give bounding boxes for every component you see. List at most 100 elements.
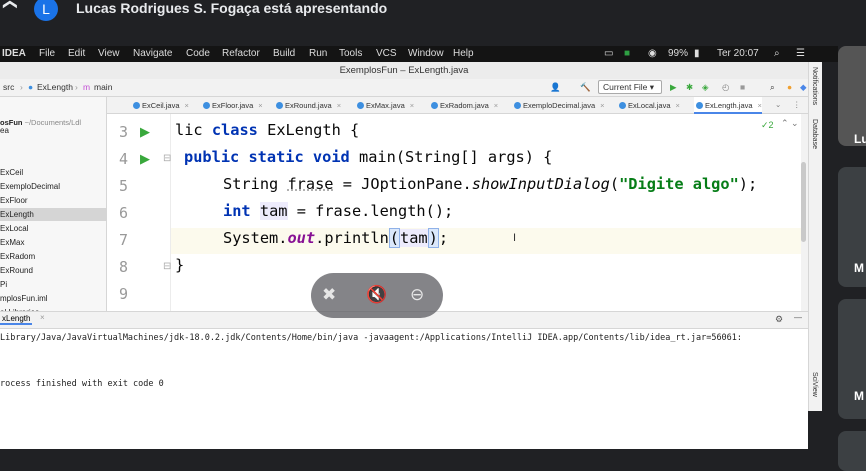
- ide-toolbar: src › ● ExLength › m main 👤 🔨 Current Fi…: [0, 79, 808, 97]
- list-item[interactable]: ExemploDecimal: [0, 180, 107, 193]
- battery-icon[interactable]: ▮: [694, 48, 700, 59]
- menu-navigate[interactable]: Navigate: [133, 48, 172, 59]
- user-icon[interactable]: 👤: [550, 82, 561, 93]
- run-gutter-icon[interactable]: ▶: [140, 151, 150, 167]
- participant-tiles: Lu M M: [838, 34, 866, 471]
- tab-exmax[interactable]: ExMax.java ×: [355, 97, 414, 114]
- debug-icon[interactable]: ✱: [686, 82, 693, 93]
- presenter-avatar: L: [34, 0, 58, 21]
- hide-panel-icon[interactable]: —: [794, 313, 802, 322]
- tab-exceil[interactable]: ExCeil.java ×: [131, 97, 189, 114]
- close-icon[interactable]: ×: [600, 101, 604, 110]
- tab-exlength[interactable]: ExLength.java ×: [694, 97, 762, 114]
- sciview-tab[interactable]: SciView: [811, 372, 818, 397]
- menu-build[interactable]: Build: [273, 48, 295, 59]
- close-icon[interactable]: ×: [185, 101, 189, 110]
- notifications-tab[interactable]: Notifications: [811, 67, 818, 105]
- menu-help[interactable]: Help: [453, 48, 474, 59]
- list-item[interactable]: mplosFun.iml: [0, 292, 107, 305]
- mute-icon[interactable]: 🔇: [366, 285, 387, 305]
- close-icon[interactable]: ×: [410, 101, 414, 110]
- battery-level[interactable]: 99%: [668, 48, 688, 59]
- participant-tile[interactable]: [838, 431, 866, 471]
- list-item-selected[interactable]: ExLength: [0, 208, 107, 221]
- run-config-select[interactable]: Current File ▾: [598, 80, 662, 94]
- app-menu[interactable]: IDEA: [2, 48, 26, 59]
- tab-exround[interactable]: ExRound.java ×: [274, 97, 341, 114]
- profile-icon[interactable]: ◴: [722, 82, 729, 93]
- close-icon[interactable]: ×: [337, 101, 341, 110]
- settings-gear-icon[interactable]: ⚙: [775, 314, 783, 325]
- run-icon[interactable]: ▶: [670, 82, 677, 93]
- unpin-icon[interactable]: ✖: [322, 285, 336, 305]
- nav-arrows-icon[interactable]: ⌃ ⌄: [781, 118, 799, 129]
- menu-vcs[interactable]: VCS: [376, 48, 397, 59]
- class-icon: [276, 102, 283, 109]
- flag-icon[interactable]: ■: [624, 48, 630, 59]
- breadcrumb-method[interactable]: main: [94, 82, 112, 92]
- breadcrumb-separator-icon: ›: [20, 82, 23, 92]
- close-icon[interactable]: ×: [258, 101, 262, 110]
- list-item[interactable]: ExMax: [0, 236, 107, 249]
- line-number: 8: [119, 258, 129, 276]
- inspection-check-icon[interactable]: ✓2: [761, 120, 774, 131]
- more-icon[interactable]: ⋮: [793, 100, 801, 109]
- menu-code[interactable]: Code: [186, 48, 210, 59]
- console-tab[interactable]: xLength: [0, 314, 33, 325]
- menu-run[interactable]: Run: [309, 48, 327, 59]
- collapse-chevron-icon[interactable]: ❯: [0, 0, 17, 10]
- participant-tile[interactable]: Lu: [838, 46, 866, 146]
- tab-exradom[interactable]: ExRadom.java ×: [429, 97, 498, 114]
- participant-tile[interactable]: M: [838, 167, 866, 287]
- search-everywhere-icon[interactable]: ⌕: [770, 82, 775, 93]
- close-icon[interactable]: ×: [40, 313, 45, 322]
- menu-refactor[interactable]: Refactor: [222, 48, 260, 59]
- participant-tile[interactable]: M: [838, 299, 866, 419]
- build-hammer-icon[interactable]: 🔨: [580, 82, 591, 93]
- wifi-icon[interactable]: ◉: [648, 48, 657, 59]
- tab-exemplodecimal[interactable]: ExemploDecimal.java ×: [512, 97, 605, 114]
- participant-name: M: [854, 261, 864, 275]
- list-item[interactable]: ExRadom: [0, 250, 107, 263]
- code-line-6: int tam = frase.length();: [223, 202, 454, 220]
- tabs-overflow-icon[interactable]: ⌄: [775, 100, 781, 109]
- close-icon[interactable]: ×: [758, 101, 762, 110]
- editor-scrollbar[interactable]: [801, 162, 806, 242]
- code-line-7: System.out.println(tam);: [223, 228, 449, 248]
- list-item[interactable]: ea: [0, 124, 107, 137]
- plugins-icon[interactable]: ◆: [800, 82, 807, 93]
- coverage-icon[interactable]: ◈: [702, 82, 709, 93]
- list-item[interactable]: Pi: [0, 278, 107, 291]
- breadcrumb-class[interactable]: ExLength: [37, 82, 73, 92]
- run-gutter-icon[interactable]: ▶: [140, 124, 150, 140]
- list-item[interactable]: ExFloor: [0, 194, 107, 207]
- menu-window[interactable]: Window: [408, 48, 444, 59]
- database-tab[interactable]: Database: [811, 119, 818, 149]
- close-icon[interactable]: ×: [494, 101, 498, 110]
- right-tool-strip: Notifications Database SciView: [808, 62, 822, 411]
- breadcrumb-src[interactable]: src: [3, 82, 14, 92]
- tab-exfloor[interactable]: ExFloor.java ×: [201, 97, 263, 114]
- screen-icon[interactable]: ▭: [604, 48, 613, 59]
- close-icon[interactable]: ×: [676, 101, 680, 110]
- menu-edit[interactable]: Edit: [68, 48, 85, 59]
- menu-file[interactable]: File: [39, 48, 55, 59]
- ide-window: ExemplosFun – ExLength.java src › ● ExLe…: [0, 62, 822, 449]
- remove-icon[interactable]: ⊖: [410, 285, 424, 305]
- list-item[interactable]: ExLocal: [0, 222, 107, 235]
- tab-exlocal[interactable]: ExLocal.java ×: [617, 97, 680, 114]
- list-item[interactable]: ExRound: [0, 264, 107, 277]
- stop-icon[interactable]: ■: [740, 82, 745, 92]
- menu-tools[interactable]: Tools: [339, 48, 362, 59]
- updates-icon[interactable]: ●: [787, 82, 792, 92]
- list-item[interactable]: ExCeil: [0, 166, 107, 179]
- line-number: 4: [119, 150, 129, 168]
- menu-view[interactable]: View: [98, 48, 120, 59]
- control-center-icon[interactable]: ☰: [796, 48, 805, 59]
- class-icon: ●: [28, 82, 34, 92]
- line-number: 5: [119, 177, 129, 195]
- search-icon[interactable]: ⌕: [774, 48, 780, 59]
- clock[interactable]: Ter 20:07: [717, 48, 759, 59]
- line-number: 9: [119, 285, 129, 303]
- project-tree: osFun ~/Documents/Ldl ea ExCeil ExemploD…: [0, 97, 107, 345]
